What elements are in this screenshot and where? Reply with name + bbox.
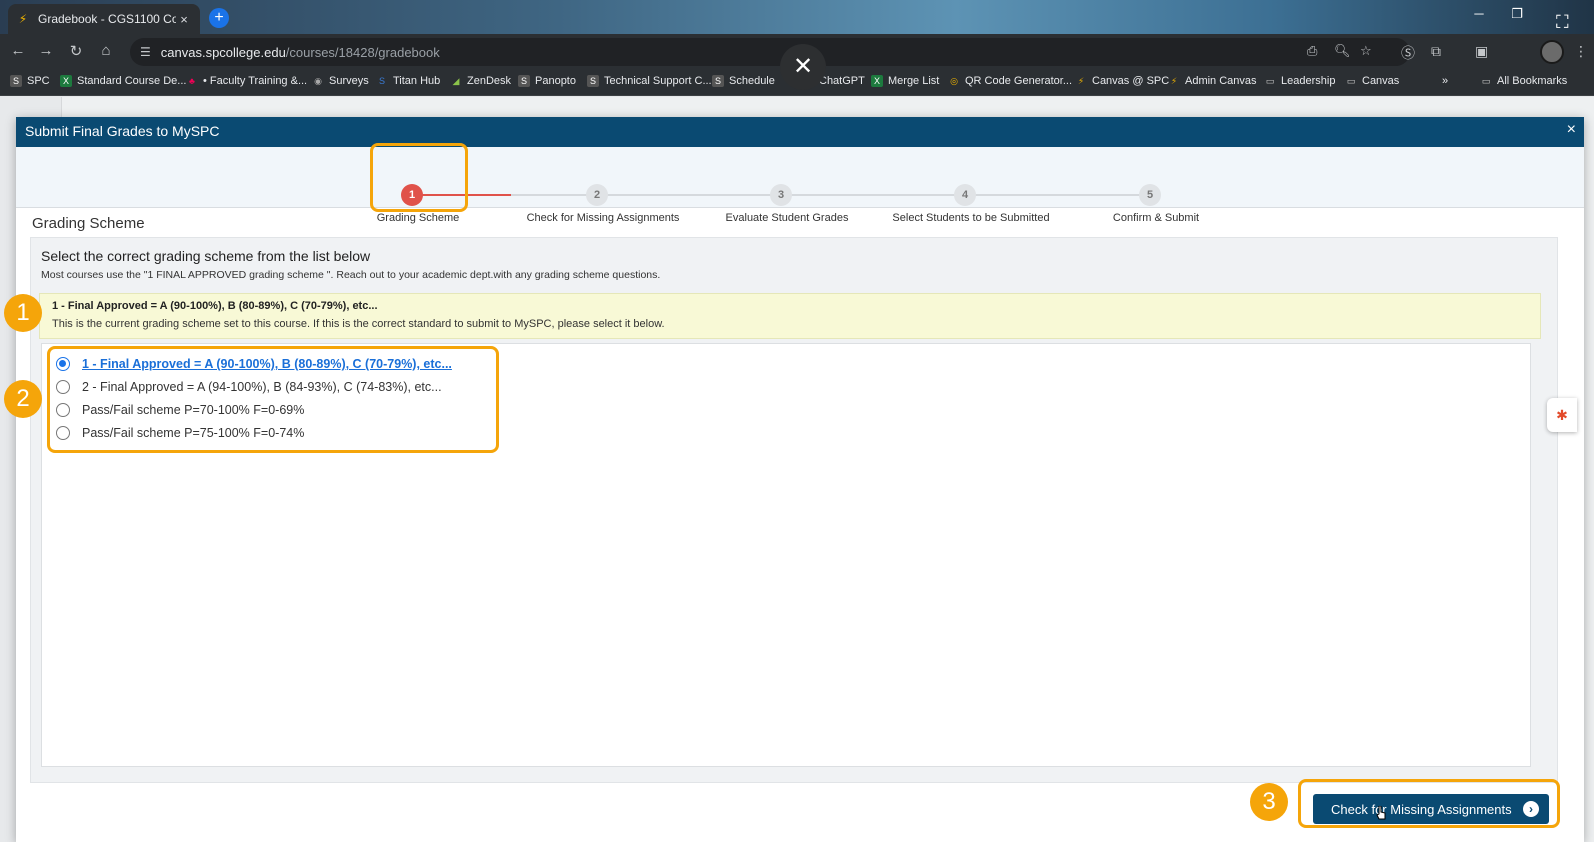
new-tab-button[interactable]: + [209, 8, 229, 28]
all-bookmarks[interactable]: ▭ All Bookmarks [1480, 75, 1568, 87]
url-host: canvas.spcollege.edu [160, 44, 286, 60]
exit-fullscreen-icon[interactable]: ⛶ [1556, 12, 1569, 33]
close-overlay-button[interactable]: ✕ [780, 44, 826, 90]
canvas-icon: ⚡ [1170, 76, 1178, 86]
bookmark-item[interactable]: ♣ • Faculty Training &... [186, 75, 307, 87]
bookmark-item[interactable]: ▭ Canvas [1345, 75, 1400, 87]
bookmark-item[interactable]: ▭ Leadership [1264, 75, 1336, 87]
url-path: /courses/18428/gradebook [285, 44, 440, 60]
reload-icon[interactable]: ↻ [64, 42, 88, 60]
bookmark-star-icon[interactable]: ☆ [1360, 43, 1372, 59]
zoom-icon[interactable]: 🔍︎ [1334, 43, 1351, 59]
zendesk-icon: ◢ [452, 76, 460, 86]
side-panel-icon[interactable]: ▣ [1475, 43, 1488, 60]
extension-s-icon[interactable]: Ⓢ [1401, 43, 1415, 63]
step-3-dot[interactable]: 3 [770, 184, 792, 206]
excel-icon: X [871, 75, 883, 87]
back-icon[interactable]: ← [6, 42, 30, 59]
profile-avatar[interactable] [1540, 40, 1564, 64]
forward-icon[interactable]: → [34, 42, 58, 59]
menu-kebab-icon[interactable]: ⋮ [1574, 43, 1588, 60]
callout-badge-2: 2 [4, 380, 42, 418]
home-icon[interactable]: ⌂ [94, 42, 118, 59]
bookmark-item[interactable]: ⚡ Canvas @ SPC [1075, 75, 1169, 87]
minimize-icon[interactable]: ─ [1464, 6, 1494, 21]
current-scheme-notice: 1 - Final Approved = A (90-100%), B (80-… [39, 293, 1541, 339]
survey-icon: ◉ [314, 76, 322, 86]
browser-tab[interactable]: ⚡ Gradebook - CGS1100 Computi × [8, 4, 200, 34]
panel-title: Select the correct grading scheme from t… [41, 248, 371, 264]
spc-icon: S [10, 75, 22, 87]
modal-close-icon[interactable]: × [1567, 121, 1576, 139]
grading-scheme-panel: Select the correct grading scheme from t… [30, 237, 1558, 783]
people-icon: ♣ [189, 76, 195, 86]
modal-content: Grading Scheme Select the correct gradin… [16, 207, 1584, 842]
section-title: Grading Scheme [32, 215, 145, 232]
restore-icon[interactable]: ❐ [1502, 6, 1532, 22]
spc-icon: S [587, 75, 599, 87]
callout-badge-3: 3 [1250, 783, 1288, 821]
bookmark-item[interactable]: X Standard Course De... [60, 75, 186, 87]
bookmark-item[interactable]: ◢ ZenDesk [450, 75, 512, 87]
qr-icon: ◎ [950, 76, 958, 86]
site-info-icon[interactable]: ☰ [140, 45, 151, 59]
folder-icon: ▭ [1346, 76, 1356, 86]
callout-badge-1: 1 [4, 294, 42, 332]
step-2-dot[interactable]: 2 [586, 184, 608, 206]
side-widget-icon[interactable]: ✱ [1547, 398, 1577, 432]
spc-icon: S [378, 76, 385, 86]
notice-text: This is the current grading scheme set t… [52, 318, 665, 330]
bookmark-item[interactable]: S Technical Support C... [587, 75, 712, 87]
bookmark-item[interactable]: ◉ Surveys [312, 75, 369, 87]
address-bar[interactable]: ☰ canvas.spcollege.edu/courses/18428/gra… [130, 38, 1410, 66]
hand-cursor-icon [1376, 806, 1386, 820]
spc-icon: S [518, 75, 530, 87]
bookmark-item[interactable]: S Titan Hub [376, 75, 440, 87]
step-1-highlight [370, 143, 468, 212]
excel-icon: X [60, 75, 72, 87]
bookmark-item[interactable]: S Schedule [712, 75, 775, 87]
step-5-dot[interactable]: 5 [1139, 184, 1161, 206]
install-app-icon[interactable]: ⎙ [1307, 43, 1317, 59]
notice-title: 1 - Final Approved = A (90-100%), B (80-… [52, 300, 378, 312]
step-4-dot[interactable]: 4 [954, 184, 976, 206]
button-highlight [1298, 779, 1560, 828]
bookmark-item[interactable]: S Panopto [518, 75, 576, 87]
options-highlight [47, 346, 499, 453]
tab-title: Gradebook - CGS1100 Computi [38, 12, 176, 26]
bookmark-item[interactable]: ⚡ Admin Canvas [1168, 75, 1257, 87]
folder-icon: ▭ [1481, 76, 1491, 86]
bookmark-item[interactable]: X Merge List [871, 75, 939, 87]
modal-header: Submit Final Grades to MySPC × [16, 117, 1584, 147]
bookmark-item[interactable]: ◎ QR Code Generator... [948, 75, 1072, 87]
panel-subtitle: Most courses use the "1 FINAL APPROVED g… [41, 269, 661, 281]
more-bookmarks-icon[interactable]: » [1442, 75, 1448, 87]
modal-title: Submit Final Grades to MySPC [25, 123, 220, 139]
folder-icon: ▭ [1265, 76, 1275, 86]
tab-close-icon[interactable]: × [176, 12, 192, 27]
bookmark-item[interactable]: S SPC [10, 75, 50, 87]
spc-icon: S [712, 75, 724, 87]
canvas-icon: ⚡ [1077, 76, 1085, 86]
step-progress: 1 2 3 4 5 Grading Scheme Check for Missi… [16, 147, 1584, 224]
tab-strip: ⚡ Gradebook - CGS1100 Computi × + ─ ❐ [0, 0, 1594, 34]
canvas-favicon-icon: ⚡ [18, 12, 28, 26]
extensions-puzzle-icon[interactable]: ⧉ [1431, 43, 1441, 60]
